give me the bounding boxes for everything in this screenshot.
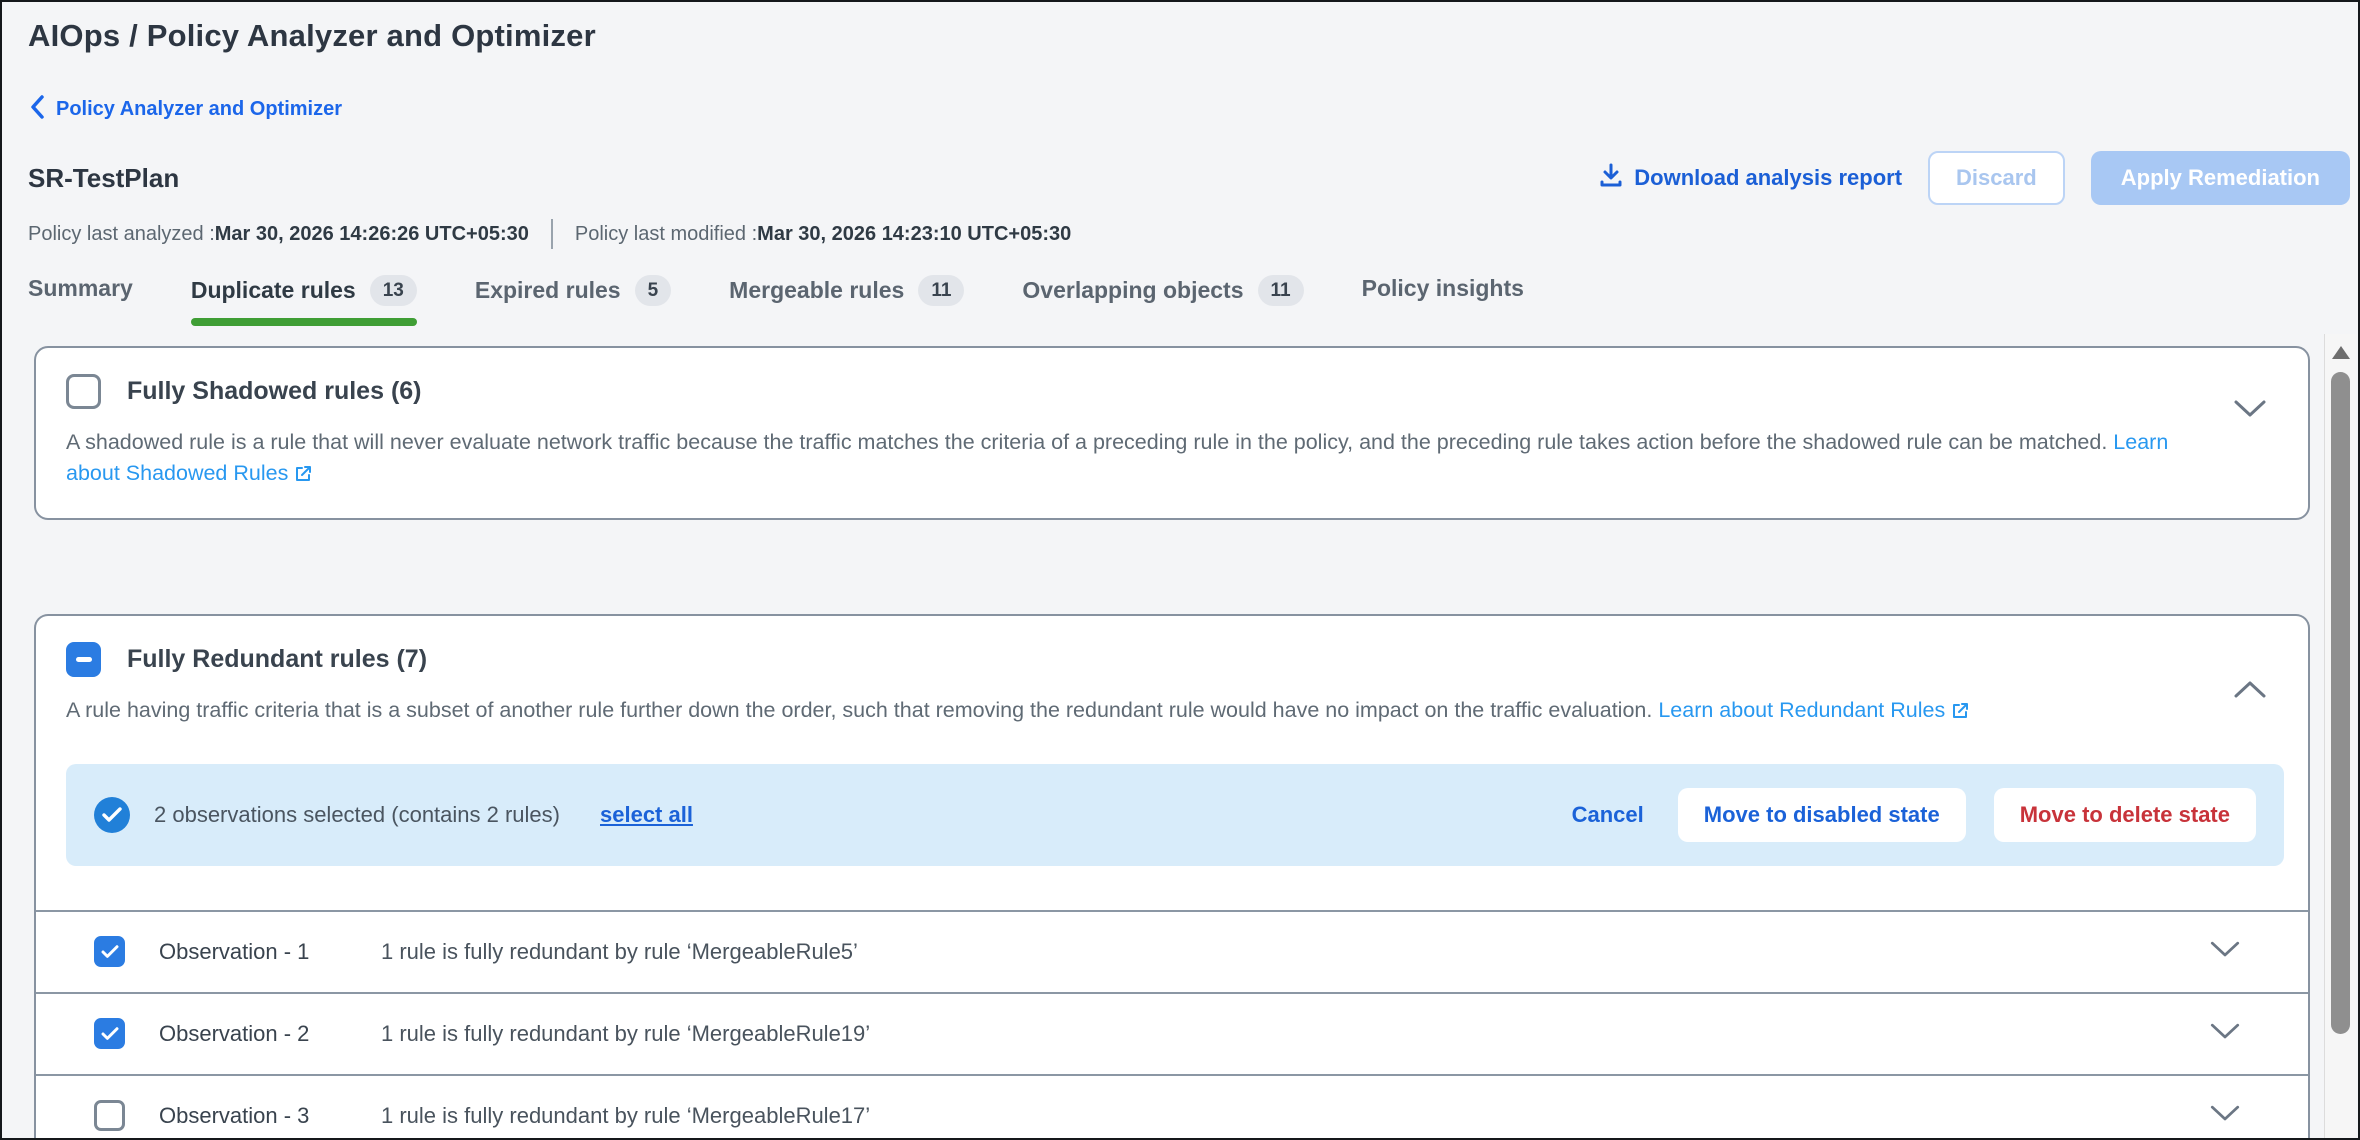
shadowed-rules-description: A shadowed rule is a rule that will neve… xyxy=(66,427,2188,492)
chevron-down-icon[interactable] xyxy=(2232,398,2268,425)
last-analyzed-label: Policy last analyzed : xyxy=(28,223,215,246)
tab-overlapping-objects[interactable]: Overlapping objects 11 xyxy=(1022,275,1303,326)
tab-summary[interactable]: Summary xyxy=(28,275,133,322)
observation-row-3: Observation - 3 1 rule is fully redundan… xyxy=(36,1074,2308,1140)
tab-policy-insights[interactable]: Policy insights xyxy=(1362,275,1524,322)
shadowed-rules-checkbox[interactable] xyxy=(66,374,101,409)
last-analyzed-value: Mar 30, 2026 14:26:26 UTC+05:30 xyxy=(215,223,529,246)
chevron-up-icon[interactable] xyxy=(2232,678,2268,705)
discard-button[interactable]: Discard xyxy=(1928,151,2065,205)
page-title: AIOps / Policy Analyzer and Optimizer xyxy=(28,18,2350,54)
app-window: AIOps / Policy Analyzer and Optimizer Po… xyxy=(0,0,2360,1140)
external-link-icon xyxy=(294,461,313,492)
chevron-down-icon[interactable] xyxy=(2208,1021,2242,1046)
policy-meta: Policy last analyzed : Mar 30, 2026 14:2… xyxy=(28,219,2350,249)
observation-label: Observation - 3 xyxy=(159,1103,349,1129)
download-report-link[interactable]: Download analysis report xyxy=(1598,162,1902,194)
observation-3-checkbox[interactable] xyxy=(94,1100,125,1131)
tab-count-badge: 11 xyxy=(918,275,964,306)
tab-count-badge: 11 xyxy=(1258,275,1304,306)
download-icon xyxy=(1598,162,1624,194)
selection-bar: 2 observations selected (contains 2 rule… xyxy=(66,764,2284,866)
vertical-scrollbar[interactable] xyxy=(2324,334,2356,1138)
back-link[interactable]: Policy Analyzer and Optimizer xyxy=(28,94,2350,125)
selection-summary: 2 observations selected (contains 2 rule… xyxy=(154,802,560,828)
observation-row-1: Observation - 1 1 rule is fully redundan… xyxy=(36,910,2308,992)
shadowed-rules-title: Fully Shadowed rules (6) xyxy=(127,377,422,406)
description-text: A rule having traffic criteria that is a… xyxy=(66,698,1652,722)
tab-expired-rules[interactable]: Expired rules 5 xyxy=(475,275,671,326)
redundant-rules-title: Fully Redundant rules (7) xyxy=(127,645,427,674)
selected-check-icon xyxy=(94,797,130,833)
tab-count-badge: 13 xyxy=(370,275,417,306)
last-modified-label: Policy last modified : xyxy=(575,223,757,246)
cancel-selection-link[interactable]: Cancel xyxy=(1572,802,1644,828)
scroll-up-arrow-icon[interactable] xyxy=(2332,346,2350,359)
observation-label: Observation - 1 xyxy=(159,939,349,965)
external-link-icon xyxy=(1951,698,1970,729)
page-header: AIOps / Policy Analyzer and Optimizer Po… xyxy=(2,2,2358,249)
observation-row-2: Observation - 2 1 rule is fully redundan… xyxy=(36,992,2308,1074)
download-report-label: Download analysis report xyxy=(1634,165,1902,191)
tab-mergeable-rules[interactable]: Mergeable rules 11 xyxy=(729,275,964,326)
header-actions: Download analysis report Discard Apply R… xyxy=(1598,151,2350,205)
tab-bar: Summary Duplicate rules 13 Expired rules… xyxy=(2,275,2358,326)
observation-description: 1 rule is fully redundant by rule ‘Merge… xyxy=(381,1103,870,1129)
move-to-delete-button[interactable]: Move to delete state xyxy=(1994,788,2256,842)
chevron-left-icon xyxy=(28,94,46,125)
meta-divider xyxy=(551,219,553,249)
chevron-down-icon[interactable] xyxy=(2208,939,2242,964)
redundant-rules-checkbox[interactable] xyxy=(66,642,101,677)
scrollbar-thumb[interactable] xyxy=(2331,372,2350,1034)
tab-label: Overlapping objects xyxy=(1022,277,1243,304)
select-all-link[interactable]: select all xyxy=(600,802,693,828)
observation-label: Observation - 2 xyxy=(159,1021,349,1047)
last-modified-value: Mar 30, 2026 14:23:10 UTC+05:30 xyxy=(757,223,1071,246)
tab-label: Expired rules xyxy=(475,277,621,304)
observation-1-checkbox[interactable] xyxy=(94,936,125,967)
tab-label: Duplicate rules xyxy=(191,277,356,304)
observation-2-checkbox[interactable] xyxy=(94,1018,125,1049)
learn-redundant-rules-link[interactable]: Learn about Redundant Rules xyxy=(1658,698,1945,722)
observation-description: 1 rule is fully redundant by rule ‘Merge… xyxy=(381,1021,870,1047)
apply-remediation-button[interactable]: Apply Remediation xyxy=(2091,151,2350,205)
main-content: Fully Shadowed rules (6) A shadowed rule… xyxy=(2,346,2358,1140)
back-link-label[interactable]: Policy Analyzer and Optimizer xyxy=(56,98,342,121)
tab-label: Mergeable rules xyxy=(729,277,904,304)
shadowed-rules-card: Fully Shadowed rules (6) A shadowed rule… xyxy=(34,346,2310,520)
redundant-rules-card: Fully Redundant rules (7) A rule having … xyxy=(34,614,2310,1140)
observation-description: 1 rule is fully redundant by rule ‘Merge… xyxy=(381,939,858,965)
redundant-rules-description: A rule having traffic criteria that is a… xyxy=(66,695,2188,729)
observation-list: Observation - 1 1 rule is fully redundan… xyxy=(36,910,2308,1140)
tab-duplicate-rules[interactable]: Duplicate rules 13 xyxy=(191,275,417,326)
plan-name: SR-TestPlan xyxy=(28,163,179,194)
tab-label: Policy insights xyxy=(1362,275,1524,302)
tab-count-badge: 5 xyxy=(635,275,672,306)
tab-label: Summary xyxy=(28,275,133,302)
move-to-disabled-button[interactable]: Move to disabled state xyxy=(1678,788,1966,842)
description-text: A shadowed rule is a rule that will neve… xyxy=(66,430,2107,454)
chevron-down-icon[interactable] xyxy=(2208,1103,2242,1128)
